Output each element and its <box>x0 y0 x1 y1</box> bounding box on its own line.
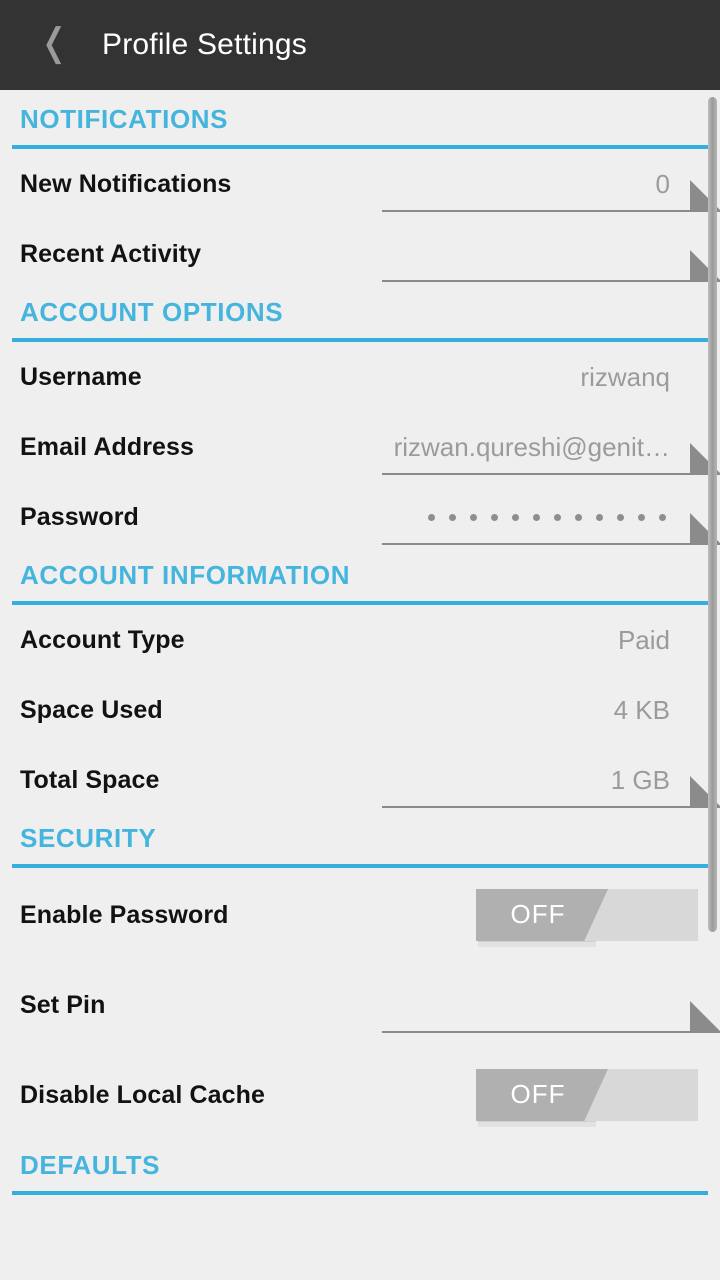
email-address-field[interactable]: rizwan.qureshi@genit… <box>382 419 720 475</box>
section-notifications: NOTIFICATIONS <box>0 104 720 149</box>
recent-activity-field[interactable] <box>382 226 720 282</box>
row-value: 1 GB <box>610 764 670 795</box>
row-label: New Notifications <box>20 169 232 198</box>
section-title: SECURITY <box>20 823 157 853</box>
section-account-options: ACCOUNT OPTIONS <box>0 297 720 342</box>
row-password[interactable]: Password <box>0 482 720 552</box>
new-notifications-field[interactable]: 0 <box>382 156 720 212</box>
row-label: Set Pin <box>20 990 106 1019</box>
row-value: 4 KB <box>613 694 670 725</box>
set-pin-field[interactable] <box>382 977 720 1033</box>
row-enable-password[interactable]: Enable Password OFF <box>0 868 720 962</box>
profile-settings-screen: ❬ Profile Settings NOTIFICATIONS New Not… <box>0 0 720 1280</box>
disable-local-cache-toggle[interactable]: OFF <box>476 1069 698 1127</box>
settings-scroll-container[interactable]: NOTIFICATIONS New Notifications 0 Recent… <box>0 90 720 1280</box>
toggle-state-label: OFF <box>510 899 566 929</box>
page-title: Profile Settings <box>102 28 307 61</box>
toggle-track: OFF <box>476 889 698 941</box>
toggle-underbar <box>478 941 596 947</box>
back-chevron-icon[interactable]: ❬ <box>34 24 74 62</box>
toggle-state-label: OFF <box>510 1079 566 1109</box>
row-label: Username <box>20 362 142 391</box>
row-username[interactable]: Username rizwanq <box>0 342 720 412</box>
password-masked-value <box>428 513 710 521</box>
toggle-thumb: OFF <box>476 1069 608 1121</box>
toggle-thumb: OFF <box>476 889 608 941</box>
row-total-space[interactable]: Total Space 1 GB <box>0 745 720 815</box>
row-label: Password <box>20 502 139 531</box>
username-value-wrap: rizwanq <box>382 349 720 405</box>
enable-password-toggle[interactable]: OFF <box>476 889 698 947</box>
row-space-used[interactable]: Space Used 4 KB <box>0 675 720 745</box>
row-label: Email Address <box>20 432 195 461</box>
row-label: Space Used <box>20 695 163 724</box>
row-label: Disable Local Cache <box>20 1080 266 1109</box>
row-new-notifications[interactable]: New Notifications 0 <box>0 149 720 219</box>
toggle-track: OFF <box>476 1069 698 1121</box>
row-label: Total Space <box>20 765 160 794</box>
row-value: rizwan.qureshi@genit… <box>393 431 670 462</box>
row-account-type[interactable]: Account Type Paid <box>0 605 720 675</box>
row-label: Enable Password <box>20 900 229 929</box>
row-value: rizwanq <box>580 361 670 392</box>
password-field[interactable] <box>382 489 720 545</box>
section-account-information: ACCOUNT INFORMATION <box>0 560 720 605</box>
section-defaults: DEFAULTS <box>0 1150 720 1195</box>
row-value: 0 <box>655 168 670 199</box>
total-space-field[interactable]: 1 GB <box>382 752 720 808</box>
section-title: ACCOUNT OPTIONS <box>20 297 284 327</box>
space-used-value-wrap: 4 KB <box>382 682 720 738</box>
toggle-underbar <box>478 1121 596 1127</box>
row-disable-local-cache[interactable]: Disable Local Cache OFF <box>0 1048 720 1142</box>
section-divider <box>12 1191 708 1195</box>
row-label: Account Type <box>20 625 185 654</box>
row-email-address[interactable]: Email Address rizwan.qureshi@genit… <box>0 412 720 482</box>
section-security: SECURITY <box>0 823 720 868</box>
row-recent-activity[interactable]: Recent Activity <box>0 219 720 289</box>
account-type-value-wrap: Paid <box>382 612 720 668</box>
section-title: DEFAULTS <box>20 1150 161 1180</box>
section-title: NOTIFICATIONS <box>20 104 229 134</box>
section-title: ACCOUNT INFORMATION <box>20 560 351 590</box>
vertical-scrollbar-thumb[interactable] <box>708 97 717 932</box>
row-value: Paid <box>617 624 670 655</box>
row-set-pin[interactable]: Set Pin <box>0 962 720 1048</box>
row-label: Recent Activity <box>20 239 202 268</box>
app-bar: ❬ Profile Settings <box>0 0 720 90</box>
